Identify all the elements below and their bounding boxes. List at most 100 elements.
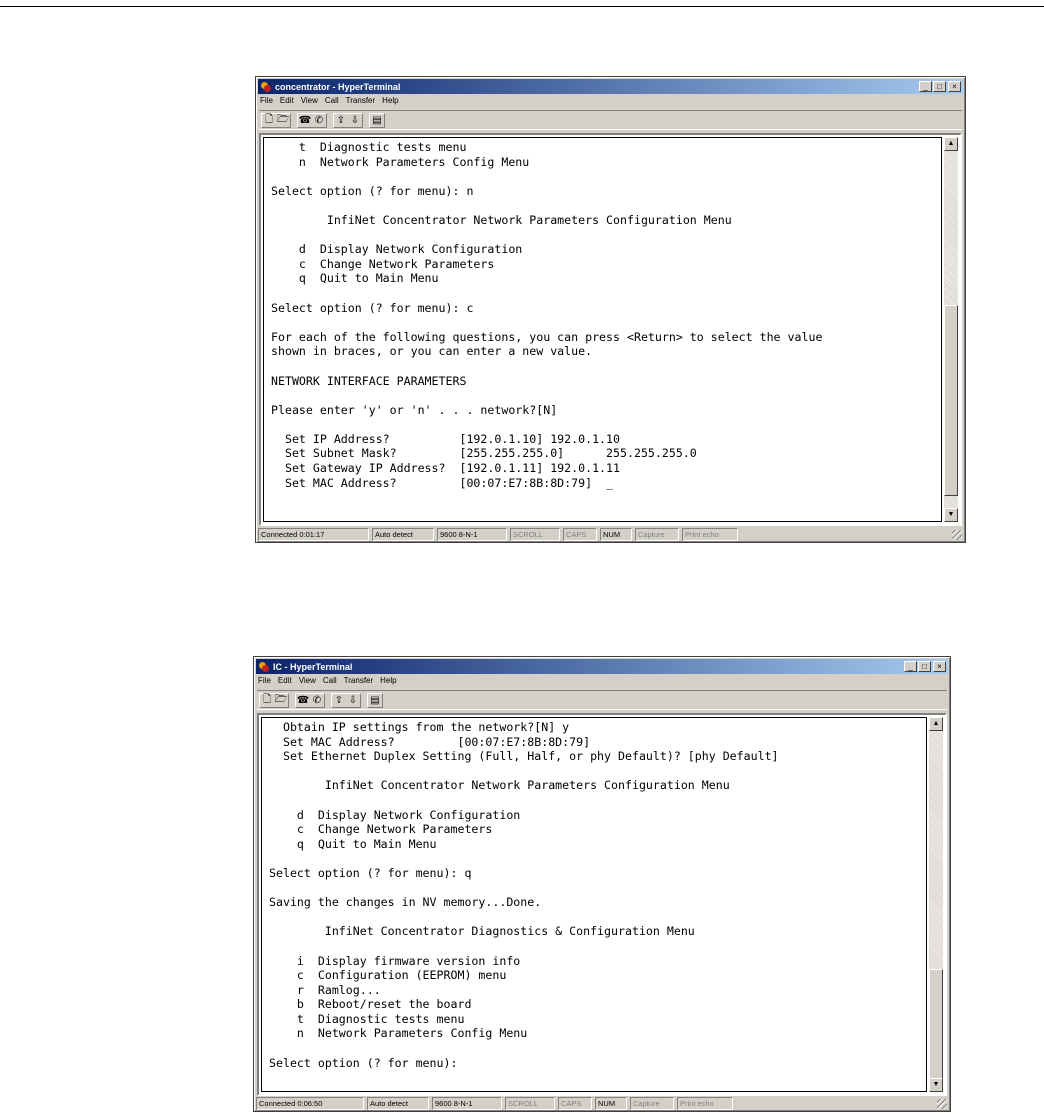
terminal-screen[interactable]: Obtain IP settings from the network?[N] … [261,717,927,1092]
menu-view[interactable]: View [299,676,316,688]
terminal-line: shown in braces, or you can enter a new … [271,344,593,359]
send-file-icon[interactable]: ⇪ [334,114,348,127]
close-button[interactable]: × [933,661,946,672]
scroll-down-button[interactable]: ▼ [929,1078,943,1092]
terminal-screen[interactable]: t Diagnostic tests menu n Network Parame… [263,137,942,522]
close-button[interactable]: × [948,81,961,92]
terminal-line: Set IP Address? [192.0.1.10] 192.0.1.10 [271,431,621,446]
terminal-line: InfiNet Concentrator Network Parameters … [271,212,732,227]
terminal-output: t Diagnostic tests menu n Network Parame… [264,138,941,490]
open-folder-icon[interactable]: 🗁 [274,694,288,707]
new-document-icon[interactable]: 🗋 [260,694,274,707]
terminal-line: Select option (? for menu): n [271,183,474,198]
menu-call[interactable]: Call [325,96,339,108]
receive-file-icon[interactable]: ⇩ [346,694,360,707]
terminal-line: InfiNet Concentrator Network Parameters … [269,778,730,793]
call-phone-icon[interactable]: ☎ [296,694,310,707]
minimize-button[interactable]: _ [904,661,917,672]
send-file-icon[interactable]: ⇪ [332,694,346,707]
status-capture: Capture [630,1097,674,1110]
terminal-line: Set Ethernet Duplex Setting (Full, Half,… [269,749,779,764]
menu-file[interactable]: File [258,676,271,688]
hyperterminal-window-ic: IC - HyperTerminal _ □ × File Edit View … [253,656,951,1112]
new-document-icon[interactable]: 🗋 [262,114,276,127]
title-bar[interactable]: concentrator - HyperTerminal _ □ × [258,79,963,94]
properties-icon[interactable]: ▤ [368,694,382,707]
status-num: NUM [595,1097,627,1110]
call-tool-group: ☎ ✆ [297,113,327,128]
window-title: IC - HyperTerminal [273,661,353,672]
terminal-line: b Reboot/reset the board [269,997,472,1012]
status-bar: Connected 0:06:50 Auto detect 9600 8-N-1… [256,1097,948,1110]
open-folder-icon[interactable]: 🗁 [276,114,290,127]
status-capture: Capture [635,528,679,541]
transfer-tool-group: ⇪ ⇩ [331,693,361,708]
properties-tool-group: ▤ [367,693,383,708]
status-caps: CAPS [558,1097,592,1110]
terminal-line: c Change Network Parameters [269,822,493,837]
menu-edit[interactable]: Edit [280,96,294,108]
terminal-area[interactable]: Obtain IP settings from the network?[N] … [257,713,947,1096]
transfer-tool-group: ⇪ ⇩ [333,113,363,128]
file-tool-group: 🗋 🗁 [259,693,289,708]
disconnect-icon[interactable]: ✆ [310,694,324,707]
hyperterminal-app-icon [258,661,270,673]
resize-grip[interactable] [952,530,962,540]
scroll-thumb[interactable] [929,969,943,1079]
terminal-line: n Network Parameters Config Menu [271,154,530,169]
terminal-line: Select option (? for menu): c [271,300,474,315]
scroll-thumb[interactable] [944,305,958,496]
status-bar: Connected 0:01:17 Auto detect 9600 8-N-1… [258,528,963,541]
status-caps: CAPS [563,528,597,541]
scroll-up-button[interactable]: ▲ [929,717,943,731]
menu-help[interactable]: Help [382,96,398,108]
terminal-line: NETWORK INTERFACE PARAMETERS [271,373,467,388]
menu-edit[interactable]: Edit [278,676,292,688]
receive-file-icon[interactable]: ⇩ [348,114,362,127]
minimize-button[interactable]: _ [919,81,932,92]
menu-help[interactable]: Help [380,676,396,688]
terminal-line: c Change Network Parameters [271,256,495,271]
terminal-line: Set MAC Address? [00:07:E7:8B:8D:79] _ [271,475,614,490]
terminal-line: Please enter 'y' or 'n' . . . network?[N… [271,402,558,417]
terminal-line: t Diagnostic tests menu [269,1011,465,1026]
terminal-line: n Network Parameters Config Menu [269,1026,528,1041]
toolbar: 🗋 🗁 ☎ ✆ ⇪ ⇩ ▤ [257,690,947,710]
call-phone-icon[interactable]: ☎ [298,114,312,127]
status-num: NUM [600,528,632,541]
status-detect: Auto detect [367,1097,429,1110]
menu-transfer[interactable]: Transfer [344,676,374,688]
resize-grip[interactable] [937,1099,947,1109]
terminal-line: t Diagnostic tests menu [271,140,467,154]
hyperterminal-window-concentrator: concentrator - HyperTerminal _ □ × File … [255,76,966,543]
menu-transfer[interactable]: Transfer [346,96,376,108]
menu-view[interactable]: View [301,96,318,108]
maximize-button[interactable]: □ [918,661,931,672]
terminal-line: d Display Network Configuration [269,807,521,822]
scroll-down-button[interactable]: ▼ [944,508,958,522]
menu-file[interactable]: File [260,96,273,108]
vertical-scrollbar[interactable]: ▲ ▼ [944,137,958,522]
status-scroll: SCROLL [505,1097,555,1110]
disconnect-icon[interactable]: ✆ [312,114,326,127]
maximize-button[interactable]: □ [933,81,946,92]
properties-icon[interactable]: ▤ [370,114,384,127]
scroll-up-button[interactable]: ▲ [944,137,958,151]
title-bar[interactable]: IC - HyperTerminal _ □ × [256,659,948,674]
terminal-line: Set Gateway IP Address? [192.0.1.11] 192… [271,461,621,476]
terminal-line: r Ramlog... [269,982,381,997]
menu-call[interactable]: Call [323,676,337,688]
vertical-scrollbar[interactable]: ▲ ▼ [929,717,943,1092]
terminal-line: Saving the changes in NV memory...Done. [269,895,542,910]
terminal-line: Select option (? for menu): [269,1055,458,1070]
terminal-area[interactable]: t Diagnostic tests menu n Network Parame… [259,133,962,526]
